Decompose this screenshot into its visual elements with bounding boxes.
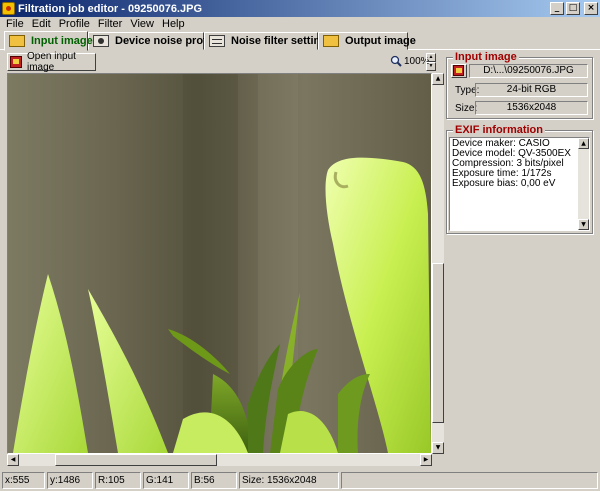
menu-edit[interactable]: Edit [28, 18, 55, 30]
menu-view[interactable]: View [126, 18, 158, 30]
folder-icon [323, 35, 339, 47]
open-file-icon [453, 65, 464, 76]
close-button[interactable]: × [584, 2, 598, 15]
title-bar: Filtration job editor - 09250076.JPG _ □… [0, 0, 600, 17]
tab-noise-filter-settings[interactable]: Noise filter settings [204, 32, 333, 50]
browse-input-button[interactable] [451, 64, 467, 78]
status-size: Size: 1536x2048 [239, 472, 339, 489]
tab-output-image[interactable]: Output image [318, 32, 416, 50]
status-y: y:1486 [47, 472, 93, 489]
status-g: G:141 [143, 472, 189, 489]
exif-scrollbar[interactable]: ▲ ▼ [578, 138, 589, 230]
open-file-icon [10, 56, 22, 68]
zoom-up-icon[interactable]: ▲ [426, 53, 436, 62]
scroll-left-icon[interactable]: ◀ [7, 454, 19, 466]
image-viewport[interactable] [7, 73, 432, 454]
status-blank [341, 472, 598, 489]
open-button-label: Open input image [27, 51, 76, 73]
tab-strip: Input image Device noise profile Noise f… [0, 31, 600, 51]
input-photo [8, 74, 431, 453]
scroll-right-icon[interactable]: ▶ [420, 454, 432, 466]
scroll-corner [432, 454, 444, 466]
folder-icon [9, 35, 25, 47]
horizontal-scroll-thumb[interactable] [55, 454, 217, 466]
status-x: x:555 [2, 472, 45, 489]
tab-device-noise-profile[interactable]: Device noise profile [88, 32, 219, 50]
status-r: R:105 [95, 472, 141, 489]
tab-input-image[interactable]: Input image [4, 31, 93, 51]
input-path-field: D:\...\09250076.JPG [469, 64, 588, 78]
exif-scroll-down-icon[interactable]: ▼ [578, 219, 589, 230]
type-value: 24-bit RGB [475, 83, 588, 97]
menu-bar: File Edit Profile Filter View Help [0, 17, 600, 31]
minimize-button[interactable]: _ [550, 2, 564, 15]
open-input-image-button[interactable]: Open input image [7, 51, 96, 73]
exif-line: Exposure bias: 0,00 eV [452, 178, 556, 189]
input-image-title: Input image [453, 51, 519, 63]
size-value: 1536x2048 [475, 101, 588, 115]
window-title: Filtration job editor - 09250076.JPG [18, 2, 202, 15]
menu-file[interactable]: File [2, 18, 28, 30]
tab-label: Input image [31, 35, 93, 47]
exif-textarea[interactable]: Device maker: CASIO Device model: QV-350… [449, 137, 590, 231]
vertical-scrollbar[interactable]: ▲ ▼ [432, 73, 444, 454]
vertical-scroll-thumb[interactable] [432, 263, 444, 423]
camera-icon [93, 35, 109, 47]
menu-profile[interactable]: Profile [55, 18, 94, 30]
exif-title: EXIF information [453, 124, 545, 136]
scroll-down-icon[interactable]: ▼ [432, 442, 444, 454]
tab-label: Output image [345, 35, 416, 47]
status-b: B:56 [191, 472, 237, 489]
sliders-icon [209, 35, 225, 47]
zoom-spinner[interactable]: ▲ ▼ [426, 53, 436, 71]
menu-filter[interactable]: Filter [94, 18, 126, 30]
menu-help[interactable]: Help [158, 18, 189, 30]
app-icon [2, 2, 15, 15]
size-label: Size: [455, 103, 478, 114]
scroll-up-icon[interactable]: ▲ [432, 73, 444, 85]
exif-scroll-up-icon[interactable]: ▲ [578, 138, 589, 149]
zoom-down-icon[interactable]: ▼ [426, 62, 436, 71]
magnifier-icon [390, 55, 402, 67]
horizontal-scrollbar[interactable]: ◀ ▶ [7, 454, 432, 466]
maximize-button[interactable]: □ [566, 2, 580, 15]
status-bar: x:555 y:1486 R:105 G:141 B:56 Size: 1536… [0, 470, 600, 491]
